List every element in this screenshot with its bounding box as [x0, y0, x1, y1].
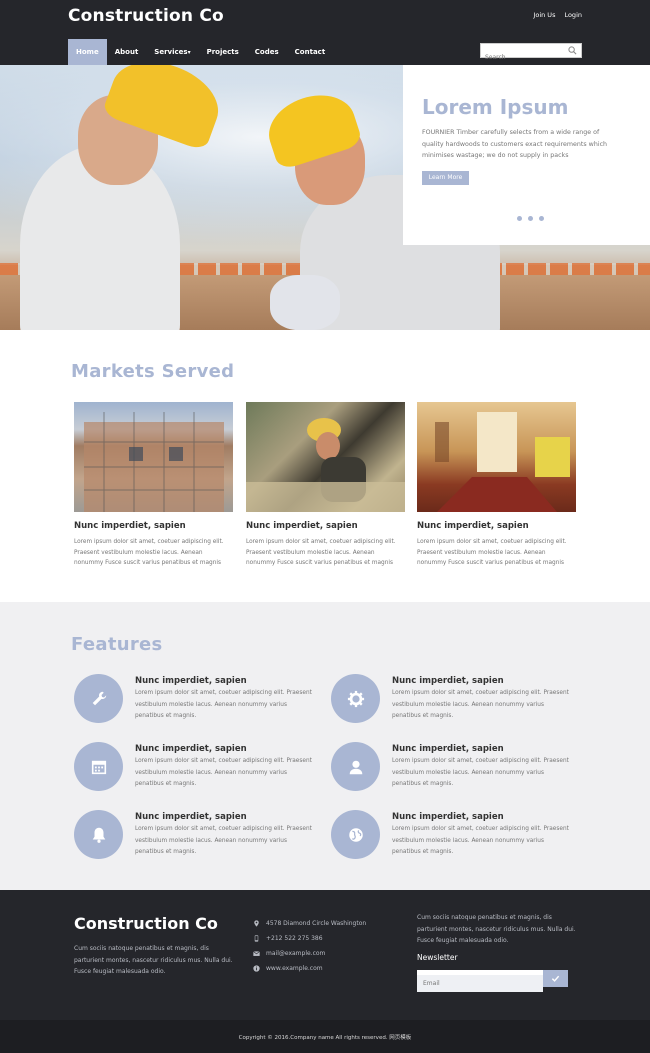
feature-text: Lorem ipsum dolor sit amet, coetuer adip… — [392, 690, 569, 719]
worker-graphic — [246, 418, 405, 512]
market-card[interactable]: Nunc imperdiet, sapien Lorem ipsum dolor… — [246, 402, 405, 569]
slide-dot[interactable] — [517, 216, 522, 221]
market-card-text: Lorem ipsum dolor sit amet, coetuer adip… — [74, 539, 224, 566]
info-icon — [253, 965, 260, 972]
login-link[interactable]: Login — [564, 11, 582, 19]
feature-text: Lorem ipsum dolor sit amet, coetuer adip… — [135, 758, 312, 787]
feature-text: Lorem ipsum dolor sit amet, coetuer adip… — [135, 690, 312, 719]
email-link[interactable]: mail@example.com — [266, 950, 325, 957]
slide-text: FOURNIER Timber carefully selects from a… — [422, 129, 608, 159]
slide-title: Lorem Ipsum — [422, 95, 569, 119]
feature-item: Nunc imperdiet, sapien Lorem ipsum dolor… — [331, 742, 581, 792]
main-nav: Home About Services▾ Projects Codes Cont… — [68, 39, 333, 65]
market-card-title[interactable]: Nunc imperdiet, sapien — [417, 521, 576, 531]
user-icon — [349, 760, 362, 774]
worker-glove — [270, 275, 340, 330]
bell-icon — [92, 827, 105, 843]
feature-item: Nunc imperdiet, sapien Lorem ipsum dolor… — [331, 810, 581, 860]
feature-text: Lorem ipsum dolor sit amet, coetuer adip… — [392, 826, 569, 855]
checkmark-icon — [551, 975, 560, 982]
feature-text: Lorem ipsum dolor sit amet, coetuer adip… — [392, 758, 569, 787]
site-logo[interactable]: Construction Co — [68, 6, 224, 26]
feature-title: Nunc imperdiet, sapien — [392, 812, 504, 822]
feature-item: Nunc imperdiet, sapien Lorem ipsum dolor… — [74, 674, 324, 724]
market-card-text: Lorem ipsum dolor sit amet, coetuer adip… — [246, 539, 396, 566]
join-us-link[interactable]: Join Us — [533, 11, 555, 19]
feature-icon-circle[interactable] — [331, 810, 380, 859]
slide-indicators — [517, 216, 544, 221]
market-card-text: Lorem ipsum dolor sit amet, coetuer adip… — [417, 539, 567, 566]
markets-title: Markets Served — [71, 361, 235, 382]
feature-title: Nunc imperdiet, sapien — [135, 676, 247, 686]
slide-dot[interactable] — [528, 216, 533, 221]
feature-item: Nunc imperdiet, sapien Lorem ipsum dolor… — [74, 810, 324, 860]
building-scaffold-graphic — [84, 412, 224, 512]
market-image-building[interactable] — [74, 402, 233, 512]
interior-hallway-graphic — [435, 412, 570, 512]
market-card-title[interactable]: Nunc imperdiet, sapien — [246, 521, 405, 531]
copyright-bar: Copyright © 2016.Company name All rights… — [0, 1020, 650, 1053]
copyright-text: Copyright © 2016.Company name All rights… — [238, 1035, 412, 1041]
contact-address: 4578 Diamond Circle Washington — [253, 920, 366, 927]
address-text: 4578 Diamond Circle Washington — [266, 920, 367, 927]
market-card-title[interactable]: Nunc imperdiet, sapien — [74, 521, 233, 531]
feature-icon-circle[interactable] — [331, 742, 380, 791]
feature-icon-circle[interactable] — [74, 742, 123, 791]
feature-icon-circle[interactable] — [74, 810, 123, 859]
feature-title: Nunc imperdiet, sapien — [135, 744, 247, 754]
feature-icon-circle[interactable] — [74, 674, 123, 723]
feature-item: Nunc imperdiet, sapien Lorem ipsum dolor… — [74, 742, 324, 792]
feature-title: Nunc imperdiet, sapien — [392, 676, 504, 686]
footer-logo[interactable]: Construction Co — [74, 914, 218, 933]
calendar-icon — [91, 760, 106, 774]
newsletter-email-input[interactable] — [417, 975, 543, 992]
market-image-worker[interactable] — [246, 402, 405, 512]
contact-website: www.example.com — [253, 965, 323, 972]
slide-dot[interactable] — [539, 216, 544, 221]
market-card[interactable]: Nunc imperdiet, sapien Lorem ipsum dolor… — [74, 402, 233, 569]
site-footer: Construction Co Cum sociis natoque penat… — [0, 890, 650, 1020]
top-links: Join Us Login — [533, 11, 582, 19]
nav-projects[interactable]: Projects — [199, 39, 247, 65]
newsletter-submit-button[interactable] — [543, 970, 568, 987]
gear-icon — [347, 690, 364, 707]
search-icon[interactable] — [568, 46, 577, 55]
newsletter-form — [417, 970, 568, 992]
search-input[interactable] — [481, 51, 566, 64]
slide-caption-card: Lorem Ipsum FOURNIER Timber carefully se… — [403, 65, 650, 245]
feature-title: Nunc imperdiet, sapien — [135, 812, 247, 822]
phone-text: +212 522 275 386 — [266, 935, 323, 942]
search-box — [480, 43, 582, 64]
features-section: Features Nunc imperdiet, sapien Lorem ip… — [0, 602, 650, 890]
site-header: Construction Co Join Us Login Home About… — [0, 0, 650, 65]
nav-contact[interactable]: Contact — [287, 39, 334, 65]
market-card[interactable]: Nunc imperdiet, sapien Lorem ipsum dolor… — [417, 402, 576, 569]
learn-more-button[interactable]: Learn More — [422, 171, 469, 185]
footer-description: Cum sociis natoque penatibus et magnis, … — [74, 945, 233, 975]
nav-home[interactable]: Home — [68, 39, 107, 65]
nav-about[interactable]: About — [107, 39, 147, 65]
market-image-interior[interactable] — [417, 402, 576, 512]
features-title: Features — [71, 634, 163, 655]
envelope-icon — [253, 951, 260, 956]
mobile-phone-icon — [254, 935, 259, 942]
feature-icon-circle[interactable] — [331, 674, 380, 723]
feature-text: Lorem ipsum dolor sit amet, coetuer adip… — [135, 826, 312, 855]
feature-item: Nunc imperdiet, sapien Lorem ipsum dolor… — [331, 674, 581, 724]
nav-services-label: Services — [154, 48, 188, 56]
nav-codes[interactable]: Codes — [247, 39, 287, 65]
feature-title: Nunc imperdiet, sapien — [392, 744, 504, 754]
contact-phone: +212 522 275 386 — [253, 935, 323, 942]
website-link[interactable]: www.example.com — [266, 965, 323, 972]
nav-services[interactable]: Services▾ — [146, 39, 198, 65]
map-pin-icon — [254, 920, 259, 927]
globe-icon — [348, 827, 363, 842]
chevron-down-icon: ▾ — [187, 49, 191, 56]
footer-right-text: Cum sociis natoque penatibus et magnis, … — [417, 914, 576, 944]
wrench-icon — [92, 691, 106, 705]
contact-email: mail@example.com — [253, 950, 325, 957]
newsletter-label: Newsletter — [417, 953, 458, 962]
